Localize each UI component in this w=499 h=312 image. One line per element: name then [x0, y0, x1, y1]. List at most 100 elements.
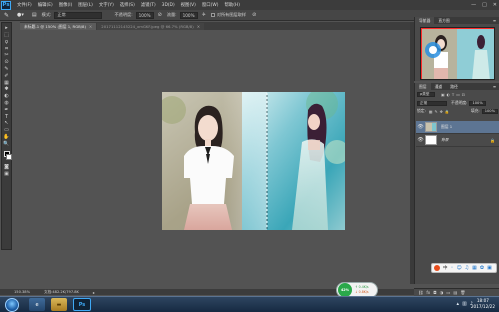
sogou-logo-icon[interactable]: [434, 265, 440, 271]
blend-row: 正常 不透明度: 100%: [415, 100, 499, 106]
visibility-eye-icon[interactable]: 👁: [416, 124, 425, 130]
healing-tool-icon[interactable]: ⊙: [3, 60, 10, 66]
status-arrow-icon[interactable]: ▸: [93, 290, 95, 295]
layer-kind-dropdown[interactable]: ρ类型: [417, 92, 435, 97]
color-swatches[interactable]: [2, 151, 12, 161]
close-icon[interactable]: ×: [197, 24, 200, 29]
eraser-tool-icon[interactable]: ✱: [3, 87, 10, 93]
document-canvas[interactable]: [162, 92, 345, 230]
layer-filter-icons[interactable]: ▣◐T▭⊡: [441, 92, 467, 97]
layer-style-icon[interactable]: fx: [426, 290, 430, 295]
panel-menu-icon[interactable]: ≡: [493, 18, 496, 23]
link-layers-icon[interactable]: ⛓: [418, 290, 423, 296]
panel-menu-icon[interactable]: ≡: [493, 84, 496, 89]
new-layer-icon[interactable]: ▤: [453, 290, 457, 295]
minimize-button[interactable]: —: [471, 2, 476, 8]
folder-icon[interactable]: ▬: [51, 298, 67, 311]
menu-image[interactable]: 图像(I): [59, 2, 73, 8]
menu-edit[interactable]: 编辑(E): [38, 2, 53, 8]
type-tool-icon[interactable]: T: [3, 114, 10, 120]
delete-layer-icon[interactable]: 🗑: [460, 290, 465, 296]
ime-emoji-icon[interactable]: ☺: [456, 265, 461, 271]
navigator-view-box[interactable]: [421, 28, 494, 79]
ime-tools-icon[interactable]: ▣: [487, 265, 492, 271]
brush-tool-icon[interactable]: ✎: [3, 67, 10, 73]
menu-view[interactable]: 视图(V): [181, 2, 196, 8]
close-button[interactable]: ✕: [493, 2, 497, 8]
lock-icons[interactable]: ▦✎✥🔒: [429, 109, 452, 114]
brush-preset-icon[interactable]: ●▾: [17, 12, 24, 18]
stamp-tool-icon[interactable]: ✐: [3, 74, 10, 80]
layer-row-background[interactable]: 👁 背景 🔒: [416, 134, 499, 147]
pen-tool-icon[interactable]: ✒: [3, 108, 10, 114]
blend-mode-dropdown[interactable]: 正常: [417, 100, 447, 106]
visibility-eye-icon[interactable]: 👁: [416, 137, 425, 143]
background-color-swatch[interactable]: [5, 154, 12, 161]
mode-dropdown[interactable]: 正常: [54, 11, 103, 19]
layer-name[interactable]: 背景: [441, 137, 449, 143]
ime-voice-icon[interactable]: ♫: [465, 265, 469, 271]
menu-file[interactable]: 文件(F): [17, 2, 32, 8]
layer-name[interactable]: 图层 1: [441, 124, 452, 130]
ime-keyboard-icon[interactable]: ▦: [472, 265, 477, 271]
menu-layer[interactable]: 图层(L): [78, 2, 93, 8]
lasso-tool-icon[interactable]: ϙ: [3, 40, 10, 46]
opacity-field[interactable]: 100%: [135, 11, 154, 19]
quick-mask-icon[interactable]: ◙: [3, 165, 10, 171]
gradient-tool-icon[interactable]: ◐: [3, 94, 10, 100]
system-clock[interactable]: 18:07 2017/12/22: [471, 298, 495, 310]
network-icon[interactable]: ▥: [462, 301, 467, 307]
shape-tool-icon[interactable]: ▭: [3, 128, 10, 134]
crop-tool-icon[interactable]: ⌗: [3, 46, 10, 52]
tab-layers[interactable]: 图层: [415, 83, 431, 90]
add-mask-icon[interactable]: ◘: [433, 290, 436, 295]
menu-type[interactable]: 文字(Y): [99, 2, 114, 8]
brush-tool-icon[interactable]: ✎: [4, 12, 9, 19]
new-group-icon[interactable]: ▭: [446, 290, 450, 295]
screen-mode-icon[interactable]: ▣: [3, 171, 10, 177]
path-select-icon[interactable]: ↖: [3, 121, 10, 127]
ime-language-icon[interactable]: 中: [443, 265, 448, 271]
ie-icon[interactable]: e: [29, 298, 45, 311]
sample-all-checkbox[interactable]: [210, 13, 215, 17]
menu-select[interactable]: 选择(S): [120, 2, 135, 8]
slice-tool-icon[interactable]: ✂: [3, 53, 10, 59]
menu-window[interactable]: 窗口(W): [202, 2, 219, 8]
ime-punct-icon[interactable]: ◦: [451, 265, 454, 271]
history-brush-icon[interactable]: ▦: [3, 80, 10, 86]
photoshop-taskbar-icon[interactable]: Ps: [73, 298, 91, 311]
menu-filter[interactable]: 滤镜(T): [141, 2, 156, 8]
dodge-tool-icon[interactable]: ◍: [3, 101, 10, 107]
hand-tool-icon[interactable]: ✋: [3, 135, 10, 141]
tab-histogram[interactable]: 直方图: [434, 17, 453, 24]
marquee-tool-icon[interactable]: ⬚: [3, 33, 10, 39]
ime-toolbar[interactable]: 中 ◦ ☺ ♫ ▦ ✿ ▣: [431, 263, 497, 273]
menu-help[interactable]: 帮助(H): [224, 2, 240, 8]
menu-3d[interactable]: 3D(D): [162, 3, 175, 8]
ime-skin-icon[interactable]: ✿: [480, 265, 484, 271]
close-icon[interactable]: ×: [89, 24, 92, 29]
pressure-size-icon[interactable]: ⊘: [252, 12, 256, 18]
flow-field[interactable]: 100%: [179, 11, 198, 19]
navigator-thumbnail[interactable]: [420, 27, 495, 80]
adjustment-layer-icon[interactable]: ◑: [440, 290, 444, 295]
move-tool-icon[interactable]: ▸: [3, 26, 10, 32]
zoom-tool-icon[interactable]: 🔍: [3, 142, 10, 148]
tab-label: 未标题-1 @ 150% (图层 1, RGB/8): [24, 23, 86, 29]
tab-navigator[interactable]: 导航器: [415, 17, 435, 24]
brush-panel-icon[interactable]: ▤: [32, 12, 37, 18]
fill-field[interactable]: 100%: [481, 108, 498, 114]
maximize-button[interactable]: □: [482, 2, 487, 8]
tab-channels[interactable]: 通道: [431, 83, 447, 90]
layer-row-1[interactable]: 👁 图层 1: [416, 121, 499, 134]
tab-jpeg-file[interactable]: 20171112145224_xmGKF.jpeg @ 66.7% (RGB/8…: [97, 23, 205, 30]
layer-opacity-field[interactable]: 100%: [469, 100, 486, 106]
tray-expand-icon[interactable]: ▴: [457, 301, 460, 307]
pressure-opacity-icon[interactable]: ⊘: [158, 12, 162, 18]
airbrush-icon[interactable]: ✈: [202, 12, 206, 18]
tab-paths[interactable]: 路径: [446, 83, 462, 90]
zoom-level[interactable]: 150.38%: [14, 290, 30, 294]
layer-opacity-label: 不透明度:: [451, 100, 468, 105]
tab-untitled-1[interactable]: 未标题-1 @ 150% (图层 1, RGB/8) ×: [20, 23, 97, 30]
start-button[interactable]: [5, 297, 19, 312]
